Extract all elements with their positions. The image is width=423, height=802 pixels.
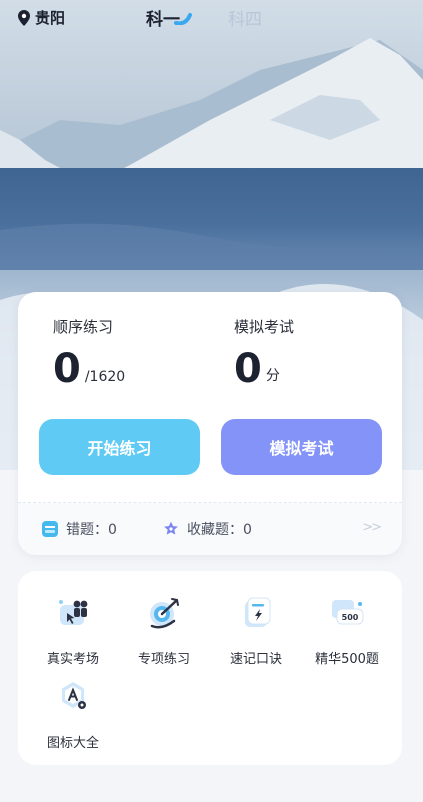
location-pin-icon bbox=[18, 9, 30, 26]
mock-score-unit: 分 bbox=[265, 368, 280, 384]
stat-title: 顺序练习 bbox=[53, 318, 114, 336]
grid-item-quick-memo[interactable]: 速记口诀 bbox=[211, 595, 301, 667]
star-icon bbox=[164, 521, 178, 535]
grid-item-label: 速记口诀 bbox=[229, 652, 282, 667]
grid-item-icon-library[interactable]: 图标大全 bbox=[28, 679, 118, 751]
mock-exam-button[interactable]: 模拟考试 bbox=[221, 419, 382, 475]
grid-item-label: 真实考场 bbox=[46, 652, 99, 667]
grid-item-label: 专项练习 bbox=[137, 652, 190, 667]
start-practice-button[interactable]: 开始练习 bbox=[39, 419, 200, 475]
wrong-book-icon bbox=[42, 521, 58, 537]
favorites-link[interactable]: 收藏题：0 bbox=[163, 519, 252, 539]
tab-subject-four[interactable]: 科四 bbox=[228, 5, 262, 30]
svg-text:500: 500 bbox=[342, 613, 359, 622]
card-footer: 错题：0 收藏题：0 >> bbox=[18, 503, 402, 555]
target-icon bbox=[150, 598, 179, 629]
mock-exam-stat: 模拟考试 0 分 bbox=[234, 316, 294, 391]
location-selector[interactable]: 贵阳 bbox=[18, 7, 65, 28]
location-label: 贵阳 bbox=[35, 9, 66, 27]
feature-grid: 真实考场 专项练习 速记口诀 500 精华500题 图标大全 bbox=[18, 571, 402, 765]
sequential-total: /1620 bbox=[84, 369, 126, 385]
practice-card: 顺序练习 0 /1620 模拟考试 0 分 开始练习 模拟考试 错题：0 收藏题… bbox=[18, 292, 402, 555]
mock-score: 0 bbox=[234, 346, 262, 392]
sequential-count: 0 bbox=[53, 346, 81, 392]
chevron-right-double-icon[interactable]: >> bbox=[362, 520, 382, 535]
memo-icon bbox=[245, 597, 271, 627]
grid-item-topic-practice[interactable]: 专项练习 bbox=[119, 595, 209, 667]
wrong-questions-link[interactable]: 错题：0 bbox=[42, 519, 117, 539]
grid-item-essential-500[interactable]: 500 精华500题 bbox=[302, 595, 392, 667]
grid-item-label: 精华500题 bbox=[315, 652, 379, 667]
sequential-practice-stat: 顺序练习 0 /1620 bbox=[53, 316, 125, 391]
grid-item-real-exam[interactable]: 真实考场 bbox=[28, 595, 118, 667]
top-bar: 贵阳 科一 科四 bbox=[0, 0, 423, 36]
favorites-label: 收藏题：0 bbox=[187, 522, 252, 538]
active-tab-indicator bbox=[174, 13, 192, 25]
stat-title: 模拟考试 bbox=[234, 318, 295, 336]
badge-500-icon: 500 bbox=[332, 600, 364, 625]
exam-room-icon bbox=[59, 600, 88, 625]
wrong-questions-label: 错题：0 bbox=[66, 522, 117, 538]
icon-library-icon bbox=[62, 682, 86, 709]
grid-item-label: 图标大全 bbox=[46, 736, 99, 751]
